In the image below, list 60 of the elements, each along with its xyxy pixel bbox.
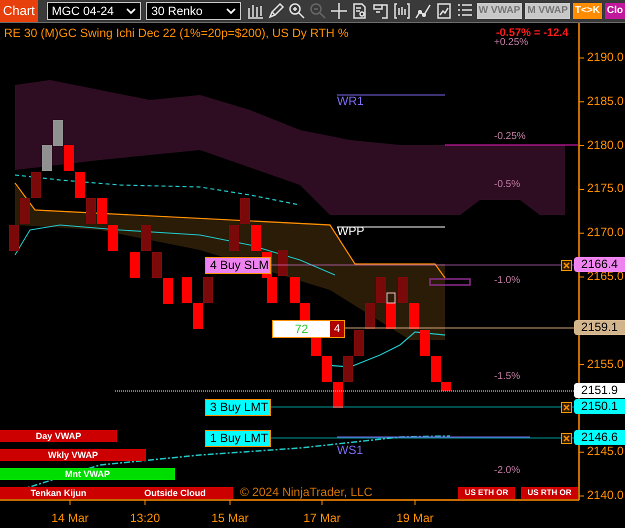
- chart-title: RE 30 (M)GC Swing Ichi Dec 22 (1%=20p=$200), US Dy RTH %: [4, 26, 349, 40]
- chart-tab[interactable]: Chart: [0, 0, 38, 22]
- time-tick-label: 17 Mar: [302, 511, 342, 525]
- panel-icon[interactable]: [372, 2, 390, 20]
- price-tick-label: 2170.0: [587, 225, 624, 240]
- time-tick-label: 14 Mar: [50, 511, 90, 525]
- bar-type-dropdown[interactable]: 30 Renko: [146, 2, 241, 20]
- crosshair-icon[interactable]: [330, 2, 348, 20]
- indicator-label: Mnt VWAP: [0, 468, 175, 480]
- order-tag[interactable]: 1 Buy LMT: [205, 430, 271, 447]
- position-price-label: 2159.1: [574, 320, 625, 335]
- toolbar-button[interactable]: Clo: [604, 3, 625, 19]
- bracket-icon[interactable]: [392, 2, 411, 20]
- indicator-label: Outside Cloud: [117, 487, 233, 499]
- percent-level-label: +0.25%: [494, 37, 528, 48]
- order-tag[interactable]: 3 Buy LMT: [205, 399, 271, 416]
- percent-level-label: -0.25%: [494, 131, 526, 142]
- price-tick-label: 2145.0: [587, 444, 624, 458]
- percent-level-label: -0.5%: [494, 179, 520, 190]
- line-chart-icon[interactable]: [414, 2, 432, 20]
- price-tick-label: 2180.0: [587, 138, 624, 152]
- indicator-label: Tenkan Kijun: [0, 487, 117, 499]
- session-button[interactable]: US ETH OR: [458, 487, 515, 499]
- time-tick-label: 15 Mar: [210, 511, 250, 525]
- time-tick-label: 19 Mar: [395, 511, 435, 525]
- pencil-icon[interactable]: [266, 2, 285, 20]
- order-price-label: 2166.4: [574, 257, 625, 272]
- percent-level-label: -2.0%: [494, 465, 520, 476]
- close-icon[interactable]: [561, 402, 572, 413]
- price-tick-label: 2185.0: [587, 94, 624, 108]
- order-price-label: 2150.1: [574, 399, 625, 414]
- indicator-label: Day VWAP: [0, 430, 117, 442]
- percent-level-label: -1.5%: [494, 371, 520, 382]
- copyright: © 2024 NinjaTrader, LLC: [240, 485, 372, 499]
- price-change: -0.57% = -12.4: [496, 27, 568, 39]
- close-icon[interactable]: [561, 433, 572, 444]
- order-tag[interactable]: 4 Buy SLM: [205, 257, 271, 274]
- price-tick-label: 2175.0: [587, 181, 624, 196]
- order-price-label: 2146.6: [574, 430, 625, 445]
- session-button[interactable]: US RTH OR: [521, 487, 578, 499]
- pivot-label: WS1: [337, 443, 364, 457]
- time-tick-label: 13:20: [128, 511, 162, 525]
- zoom-in-icon[interactable]: [288, 2, 306, 20]
- close-icon[interactable]: [561, 260, 572, 271]
- last-price-label: 2151.9: [574, 383, 625, 398]
- position-pnl: 72: [273, 321, 330, 337]
- price-tick-label: 2140.0: [587, 488, 624, 502]
- percent-level-label: -1.0%: [494, 275, 520, 286]
- price-tick-label: 2155.0: [587, 356, 624, 371]
- instrument-dropdown[interactable]: MGC 04-24: [46, 2, 142, 20]
- position-quantity: 4: [330, 321, 344, 337]
- caret-icon: [226, 8, 236, 14]
- caret-icon: [126, 8, 136, 14]
- price-tick-label: 2190.0: [587, 50, 624, 64]
- indicator-label: Wkly VWAP: [0, 449, 146, 461]
- price-tick-label: 2165.0: [587, 269, 624, 283]
- small-chart-icon[interactable]: [434, 2, 453, 20]
- pivot-label: WR1: [337, 94, 364, 108]
- document-search-icon[interactable]: [350, 2, 369, 20]
- bar-chart-icon[interactable]: [246, 2, 264, 20]
